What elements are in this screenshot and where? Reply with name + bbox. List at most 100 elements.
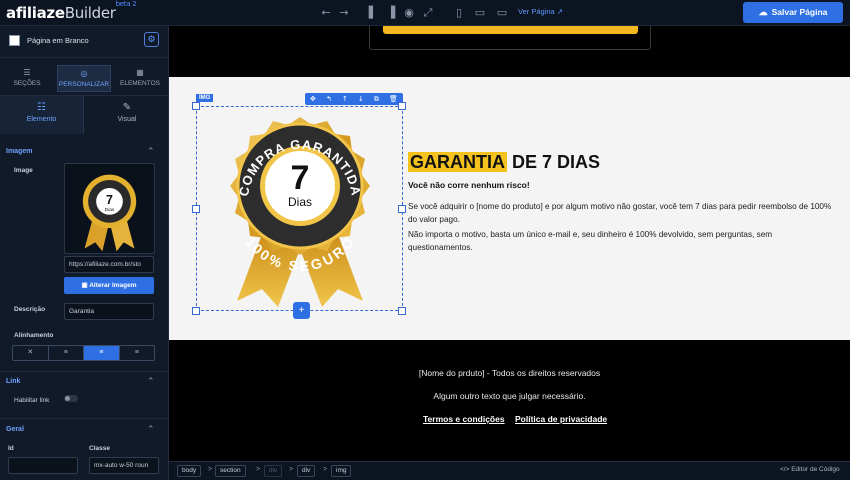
move-icon[interactable]: ✥ [310,95,316,103]
code-editor-button[interactable]: </> Editor de Código [780,466,840,473]
select-parent-icon[interactable]: ↰ [326,95,332,103]
breadcrumb-div[interactable]: div [264,465,283,477]
sub-tabs: ☷ Elemento ✎ Visual [0,95,169,134]
breadcrumb-separator: > [256,466,261,473]
badge-thumbnail: 7 Dias [82,174,137,252]
add-element-button[interactable]: + [293,302,310,319]
tab-elementos[interactable]: ▦ ELEMENTOS [113,65,167,92]
left-panel-icon[interactable]: ▌ [365,5,381,21]
guarantee-section[interactable]: COMPRA GARANTIDA 100% SEGURO 7 Dias ★ ★ … [169,77,850,340]
chevron-up-icon: ⌃ [147,146,155,156]
preview-eye-icon[interactable]: ◉ [401,5,417,21]
mobile-view-icon[interactable]: ▯ [451,5,467,21]
palette-icon: ◎ [80,69,88,78]
element-toolbar: ✥ ↰ ↑ ↓ ⧉ 🗑 [305,93,403,105]
guarantee-paragraph-2: Não importa o motivo, basta um único e-m… [408,230,773,252]
resize-handle[interactable] [398,307,406,315]
main-tabs: ☰ SEÇÕES ◎ PERSONALIZAR ▦ ELEMENTOS [0,63,169,93]
align-center-icon: ≡ [99,349,104,356]
guarantee-subtitle: Você não corre nenhum risco! [408,180,530,190]
resize-handle[interactable] [192,307,200,315]
image-icon: ▣ [81,282,88,289]
save-page-button[interactable]: ☁ Salvar Página [743,2,843,23]
descricao-label: Descrição [14,306,46,313]
tab-secoes[interactable]: ☰ SEÇÕES [0,65,54,92]
align-right-button[interactable]: ≡ [120,346,155,360]
resize-handle[interactable] [398,205,406,213]
trash-icon[interactable]: 🗑 [389,95,398,103]
image-label: Image [14,167,33,174]
breadcrumb-section[interactable]: section [215,465,246,477]
gear-icon: ⚙ [147,34,156,44]
terms-link[interactable]: Termos e condições [423,414,505,424]
svg-text:Dias: Dias [105,207,115,213]
tab-elemento[interactable]: ☷ Elemento [0,96,84,134]
code-icon: </> [780,466,790,473]
external-link-icon: ↗ [556,7,564,16]
redo-icon[interactable]: → [336,5,352,21]
fullscreen-icon[interactable]: ⤢ [420,5,436,21]
tab-personalizar[interactable]: ◎ PERSONALIZAR [57,65,111,92]
selection-outline [196,106,403,311]
section-geral-header[interactable]: Geral ⌃ [0,424,169,438]
cta-bar[interactable] [383,26,638,34]
image-preview[interactable]: 7 Dias [64,163,155,254]
classe-field[interactable]: mx-auto w-50 roun [89,457,159,474]
resize-handle[interactable] [398,102,406,110]
ver-pagina-link[interactable]: Ver Página ↗ [518,7,563,16]
chevron-up-icon: ⌃ [147,424,155,434]
divider [0,418,169,419]
breadcrumb-bar: body > section > div > div > img </> Edi… [169,461,850,480]
breadcrumb-div[interactable]: div [297,465,316,477]
desktop-view-icon[interactable]: ▭ [494,5,510,21]
grid-icon: ▦ [136,68,144,77]
tablet-view-icon[interactable]: ▭ [472,5,488,21]
brush-icon: ✎ [122,102,132,113]
svg-text:7: 7 [106,193,113,207]
breadcrumb-body[interactable]: body [177,465,202,477]
section-imagem-header[interactable]: Imagem ⌃ [0,146,169,160]
tab-visual[interactable]: ✎ Visual [85,96,169,134]
footer-extra-text: Algum outro texto que julgar necessário. [433,391,586,401]
alinhamento-label: Alinhamento [14,332,54,339]
id-field[interactable] [8,457,78,474]
align-left-button[interactable]: ≡ [49,346,84,360]
privacy-link[interactable]: Política de privacidade [515,414,607,424]
page-header: Página em Branco ⚙ [0,26,169,58]
change-image-button[interactable]: ▣ Alterar Imagem [64,277,154,294]
guarantee-paragraph-1: Se você adquirir o [nome do produto] e p… [408,202,832,224]
close-icon: ✕ [27,349,34,356]
habilitar-link-toggle[interactable] [64,395,78,402]
breadcrumb-img[interactable]: img [331,465,352,477]
footer-copyright: [Nome do prduto] - Todos os direitos res… [418,368,601,378]
breadcrumb-separator: > [208,466,213,473]
resize-handle[interactable] [192,205,200,213]
undo-icon[interactable]: ← [318,5,334,21]
guarantee-title: GARANTIA DE 7 DIAS [408,152,601,172]
section-link-header[interactable]: Link ⌃ [0,376,169,390]
resize-handle[interactable] [192,102,200,110]
cloud-upload-icon: ☁ [758,7,768,17]
page-settings-button[interactable]: ⚙ [144,32,159,47]
top-bar: afiliazeBuilderbeta 2 ← → ▌ ▐ ◉ ⤢ ▯ ▭ ▭ … [0,0,850,26]
sliders-icon: ☷ [37,102,46,113]
align-center-button[interactable]: ≡ [84,346,120,360]
duplicate-icon[interactable]: ⧉ [374,95,379,104]
move-up-icon[interactable]: ↑ [342,95,348,103]
divider [0,371,169,372]
toggle-knob [65,396,70,401]
right-panel-icon[interactable]: ▐ [383,5,399,21]
image-url-field[interactable]: https://afiliaze.com.br/sto [64,256,154,273]
sidebar: Página em Branco ⚙ ☰ SEÇÕES ◎ PERSONALIZAR… [0,26,169,480]
sections-icon: ☰ [23,68,31,77]
chevron-up-icon: ⌃ [147,376,155,386]
breadcrumb-separator: > [323,466,328,473]
move-down-icon[interactable]: ↓ [358,95,364,103]
align-none-button[interactable]: ✕ [13,346,49,360]
page-canvas: COMPRA GARANTIDA 100% SEGURO 7 Dias ★ ★ … [169,26,850,461]
descricao-field[interactable]: Garantia [64,303,154,320]
id-label: Id [8,445,14,452]
logo: afiliazeBuilderbeta 2 [6,0,137,22]
alignment-group: ✕ ≡ ≡ ≡ [12,345,155,361]
page-image-icon [9,35,20,46]
